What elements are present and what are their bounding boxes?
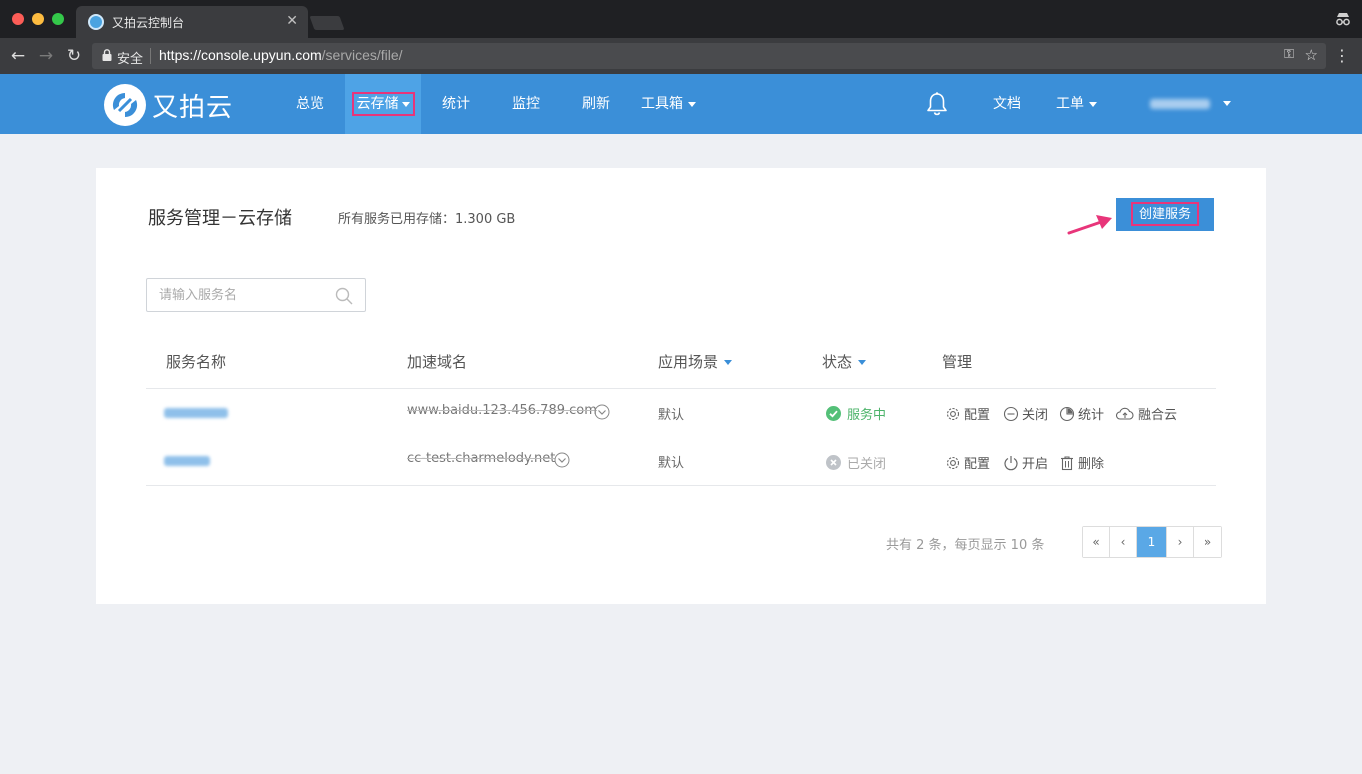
tab-title: 又拍云控制台 <box>112 16 185 30</box>
nav-docs[interactable]: 文档 <box>993 74 1021 134</box>
forward-arrow-icon[interactable]: → <box>36 46 56 66</box>
pointer-arrow-icon <box>1067 215 1112 235</box>
key-icon[interactable]: ⚿ <box>1284 47 1294 62</box>
lock-icon <box>102 49 112 61</box>
page-title: 服务管理－云存储 <box>148 208 292 229</box>
gear-icon <box>946 456 960 469</box>
browser-toolbar: ← → ↻ 安全 https://console.upyun.com/servi… <box>0 38 1362 74</box>
pie-chart-icon <box>1059 406 1075 421</box>
table-divider <box>146 485 1216 486</box>
chevron-down-icon <box>401 101 410 107</box>
pagination: « ‹ 1 › » <box>1082 526 1222 558</box>
incognito-icon <box>1336 13 1350 26</box>
url-text: https://console.upyun.com/services/file/ <box>159 47 403 63</box>
chevron-down-icon <box>724 360 733 365</box>
create-service-label: 创建服务 <box>1131 202 1199 226</box>
configure-action[interactable]: 配置 <box>945 404 990 423</box>
service-card: 服务管理－云存储 所有服务已用存储：1.300 GB 创建服务 服务名称 加速域… <box>96 168 1266 604</box>
window-close-button[interactable] <box>12 13 24 25</box>
domain-text: cc-test.charmelody.net <box>407 451 556 466</box>
nav-toolbox[interactable]: 工具箱 <box>641 74 696 134</box>
logo-icon <box>104 84 146 126</box>
favicon-icon <box>88 14 104 30</box>
trash-icon <box>1061 455 1073 470</box>
create-service-button[interactable]: 创建服务 <box>1116 198 1214 231</box>
x-circle-icon <box>826 455 841 470</box>
tab-close-icon[interactable]: ✕ <box>286 13 298 29</box>
first-page-button[interactable]: « <box>1083 527 1110 557</box>
logo[interactable]: 又拍云 <box>104 84 233 126</box>
delete-service-action[interactable]: 删除 <box>1059 453 1104 472</box>
domain-text: www.baidu.123.456.789.com <box>407 403 597 418</box>
bookmark-star-icon[interactable]: ☆ <box>1305 46 1318 64</box>
nav-monitor[interactable]: 监控 <box>512 74 540 134</box>
open-service-action[interactable]: 开启 <box>1003 453 1048 472</box>
reload-icon[interactable]: ↻ <box>64 46 84 66</box>
column-header-status[interactable]: 状态 <box>822 351 867 372</box>
circle-chevron-down-icon[interactable] <box>594 404 610 420</box>
nav-overview[interactable]: 总览 <box>296 74 324 134</box>
check-circle-icon <box>826 406 841 421</box>
app-header: 又拍云 总览 云存储 统计 监控 刷新 工具箱 文档 工单 <box>0 74 1362 134</box>
url-bar[interactable]: 安全 https://console.upyun.com/services/fi… <box>92 43 1326 69</box>
gear-icon <box>946 407 960 420</box>
column-header-name: 服务名称 <box>166 353 227 371</box>
service-name-link[interactable] <box>164 456 210 466</box>
fusion-cloud-action[interactable]: 融合云 <box>1115 404 1177 423</box>
url-divider <box>150 48 151 64</box>
power-icon <box>1004 455 1018 470</box>
minus-circle-icon <box>1003 406 1019 421</box>
bell-icon[interactable] <box>924 91 950 117</box>
chevron-down-icon <box>688 101 696 107</box>
back-arrow-icon[interactable]: ← <box>8 46 28 66</box>
scenario-text: 默认 <box>658 456 685 471</box>
search-box <box>146 278 366 312</box>
window-zoom-button[interactable] <box>52 13 64 25</box>
status-badge: 服务中 <box>826 404 886 423</box>
storage-summary: 所有服务已用存储：1.300 GB <box>338 212 516 227</box>
statistics-action[interactable]: 统计 <box>1059 404 1104 423</box>
browser-tab[interactable]: 又拍云控制台 ✕ <box>76 6 308 38</box>
new-tab-button[interactable] <box>309 16 345 30</box>
next-page-button[interactable]: › <box>1167 527 1194 557</box>
circle-chevron-down-icon[interactable] <box>554 452 570 468</box>
nav-refresh[interactable]: 刷新 <box>582 74 610 134</box>
configure-action[interactable]: 配置 <box>945 453 990 472</box>
nav-cloud-storage[interactable]: 云存储 <box>345 74 421 134</box>
status-badge: 已关闭 <box>826 453 886 472</box>
chevron-down-icon <box>1089 101 1097 107</box>
close-service-action[interactable]: 关闭 <box>1003 404 1048 423</box>
browser-menu-icon[interactable]: ⋮ <box>1334 46 1350 65</box>
table-divider <box>146 388 1216 389</box>
current-page-button[interactable]: 1 <box>1137 527 1167 557</box>
nav-statistics[interactable]: 统计 <box>442 74 470 134</box>
cloud-upload-icon <box>1115 407 1134 420</box>
logo-text: 又拍云 <box>152 92 234 123</box>
user-account-menu[interactable] <box>1150 99 1210 109</box>
search-icon[interactable] <box>335 287 353 305</box>
column-header-scenario[interactable]: 应用场景 <box>658 351 733 372</box>
nav-cloud-storage-highlight: 云存储 <box>351 92 415 116</box>
browser-titlebar: 又拍云控制台 ✕ <box>0 0 1362 38</box>
secure-label: 安全 <box>117 52 144 67</box>
last-page-button[interactable]: » <box>1194 527 1221 557</box>
window-minimize-button[interactable] <box>32 13 44 25</box>
pagination-info: 共有 2 条，每页显示 10 条 <box>886 538 1045 553</box>
prev-page-button[interactable]: ‹ <box>1110 527 1137 557</box>
chevron-down-icon <box>858 360 867 365</box>
nav-ticket[interactable]: 工单 <box>1056 74 1097 134</box>
column-header-domain: 加速域名 <box>407 353 468 371</box>
chevron-down-icon <box>1223 101 1231 106</box>
service-search-input[interactable] <box>159 286 329 304</box>
column-header-manage: 管理 <box>942 353 973 371</box>
service-name-link[interactable] <box>164 408 228 418</box>
scenario-text: 默认 <box>658 408 685 423</box>
